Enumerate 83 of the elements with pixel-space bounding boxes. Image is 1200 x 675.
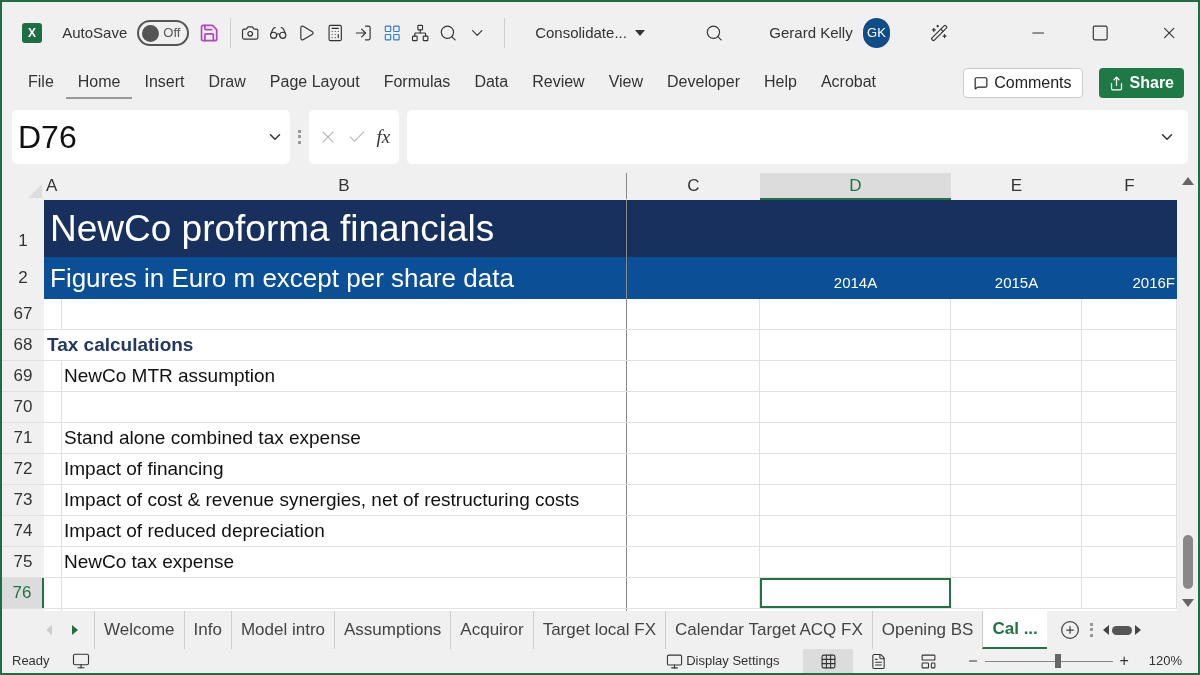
name-box[interactable]: D76 bbox=[12, 110, 290, 164]
speech-bubble-icon bbox=[974, 76, 989, 90]
sheet-subtitle: Figures in Euro m except per share data bbox=[50, 261, 514, 295]
scrollbar-thumb[interactable] bbox=[1182, 535, 1193, 589]
monitor-icon bbox=[666, 652, 684, 670]
scroll-up-icon[interactable] bbox=[1181, 177, 1194, 185]
play-icon[interactable] bbox=[297, 23, 316, 43]
ribbon-tab[interactable]: Draw bbox=[196, 67, 258, 99]
page-layout-view-icon bbox=[869, 652, 887, 670]
row-number[interactable]: 70 bbox=[2, 392, 44, 422]
share-button[interactable]: Share bbox=[1098, 68, 1184, 98]
row-number[interactable]: 74 bbox=[2, 516, 44, 546]
normal-view-icon bbox=[819, 652, 837, 670]
file-name-dropdown[interactable]: Consolidate... bbox=[535, 21, 645, 45]
row-number[interactable]: 76 bbox=[2, 578, 44, 608]
row-label: Stand alone combined tax expense bbox=[64, 425, 361, 450]
ribbon-tab[interactable]: Home bbox=[65, 67, 133, 99]
ribbon-tab[interactable]: Developer bbox=[655, 67, 752, 99]
ribbon-tab[interactable]: Review bbox=[520, 67, 597, 99]
row-number[interactable]: 73 bbox=[2, 485, 44, 515]
hierarchy-icon[interactable] bbox=[411, 23, 430, 43]
row-label: Impact of reduced depreciation bbox=[64, 518, 325, 543]
row-number[interactable]: 75 bbox=[2, 547, 44, 577]
row-label: Impact of cost & revenue synergies, net of restructuring costs bbox=[64, 487, 580, 512]
ribbon-tab[interactable]: Acrobat bbox=[808, 67, 888, 99]
ribbon-tab[interactable]: Help bbox=[751, 67, 809, 99]
row-number[interactable]: 67 bbox=[2, 299, 44, 329]
user-avatar[interactable]: GK bbox=[862, 18, 891, 48]
column-header[interactable]: D bbox=[760, 173, 951, 200]
share-icon bbox=[1108, 75, 1124, 91]
next-sheet-icon[interactable] bbox=[72, 625, 78, 635]
grip-icon[interactable] bbox=[298, 130, 301, 144]
row-number[interactable]: 69 bbox=[2, 361, 44, 391]
grid-icon[interactable] bbox=[382, 23, 401, 43]
ribbon-tab[interactable]: File bbox=[16, 67, 66, 99]
calculator-icon[interactable] bbox=[325, 23, 345, 43]
search-icon[interactable] bbox=[439, 23, 458, 43]
insert-function-icon[interactable]: fx bbox=[376, 122, 391, 152]
add-sheet-icon[interactable] bbox=[1060, 620, 1080, 640]
column-header[interactable]: E bbox=[951, 173, 1082, 200]
year-header: 2015A bbox=[994, 272, 1039, 293]
search-icon[interactable] bbox=[704, 23, 724, 43]
year-header: 2014A bbox=[833, 272, 878, 293]
ribbon-tab[interactable]: Formulas bbox=[371, 67, 463, 99]
row-number[interactable]: 71 bbox=[2, 423, 44, 453]
ribbon-tab[interactable]: Insert bbox=[132, 67, 197, 99]
row-label: NewCo MTR assumption bbox=[64, 363, 276, 388]
row-number[interactable]: 2 bbox=[2, 257, 44, 299]
row-number[interactable]: 68 bbox=[2, 330, 44, 360]
zoom-in-icon[interactable]: + bbox=[1119, 649, 1129, 673]
save-icon[interactable] bbox=[199, 22, 220, 44]
ribbon-tab[interactable]: Page Layout bbox=[257, 67, 372, 99]
wand-icon[interactable] bbox=[930, 23, 949, 43]
sheet-tab[interactable]: Cal ... bbox=[982, 611, 1047, 649]
ribbon-tab[interactable]: Data bbox=[462, 67, 521, 99]
row-number[interactable]: 72 bbox=[2, 454, 44, 484]
excel-logo-icon: X bbox=[22, 23, 43, 43]
row-number[interactable]: 1 bbox=[2, 200, 44, 257]
zoom-level[interactable]: 120% bbox=[1148, 651, 1182, 671]
year-header: 2016F bbox=[1132, 272, 1175, 293]
section-heading: Tax calculations bbox=[47, 332, 194, 357]
camera-icon[interactable] bbox=[240, 23, 259, 43]
status-text: Ready bbox=[12, 652, 50, 671]
display-settings-button[interactable]: Display Settings bbox=[666, 651, 780, 671]
comments-button[interactable]: Comments bbox=[963, 68, 1083, 98]
sheet-title: NewCo proforma financials bbox=[50, 206, 495, 251]
formula-input[interactable] bbox=[407, 110, 1188, 164]
autosave-label: AutoSave bbox=[62, 22, 128, 43]
maximize-icon[interactable] bbox=[1091, 23, 1110, 43]
arrow-box-icon[interactable] bbox=[354, 23, 373, 43]
zoom-slider-thumb[interactable] bbox=[1055, 653, 1062, 668]
ribbon-tab[interactable]: View bbox=[596, 67, 656, 99]
column-header[interactable]: F bbox=[1082, 173, 1177, 200]
sheet-scroll-icon[interactable] bbox=[1103, 625, 1141, 635]
column-header[interactable]: A bbox=[44, 173, 62, 200]
view-button[interactable] bbox=[803, 649, 854, 673]
column-header[interactable]: C bbox=[627, 173, 760, 200]
active-cell[interactable] bbox=[760, 578, 951, 608]
user-name: Gerard Kelly bbox=[769, 22, 853, 43]
page-break-view-icon bbox=[919, 652, 937, 670]
row-label: NewCo tax expense bbox=[64, 549, 235, 574]
autosave-toggle[interactable]: Off bbox=[137, 20, 190, 46]
row-label: Impact of financing bbox=[64, 456, 224, 481]
